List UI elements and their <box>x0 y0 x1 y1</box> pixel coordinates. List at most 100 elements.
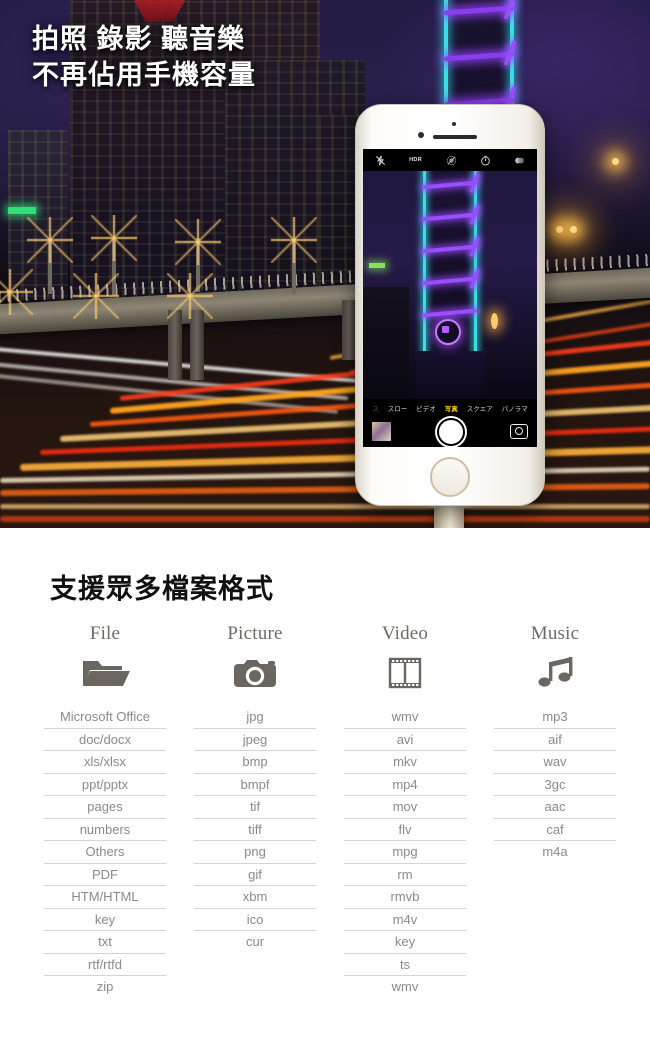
camera-bottom-toolbar <box>363 416 537 447</box>
live-photo-icon[interactable] <box>446 155 457 166</box>
camera-top-toolbar: HDR <box>363 149 537 171</box>
format-item: numbers <box>44 819 166 841</box>
timer-icon[interactable] <box>480 155 491 166</box>
format-item: rm <box>344 864 466 886</box>
format-item: m4v <box>344 909 466 931</box>
format-item: mkv <box>344 751 466 774</box>
format-item: HTM/HTML <box>44 886 166 909</box>
street-lamp-pole <box>48 238 52 294</box>
file-formats-section: 支援眾多檔案格式 File Microsoft Office doc/docx … <box>0 528 650 1040</box>
format-item: mp4 <box>344 774 466 796</box>
format-item: jpeg <box>194 729 316 751</box>
section-title: 支援眾多檔案格式 <box>50 574 274 604</box>
format-item: Others <box>44 841 166 864</box>
format-item: flv <box>344 819 466 841</box>
format-item: bmpf <box>194 774 316 796</box>
overpass-pillar <box>168 310 182 380</box>
format-columns: File Microsoft Office doc/docx xls/xlsx … <box>40 623 620 998</box>
format-list-music: mp3 aif wav 3gc aac caf m4a <box>494 706 616 863</box>
street-lamp-pole <box>196 238 200 292</box>
column-title-file: File <box>89 623 121 644</box>
overpass-pillar <box>190 310 204 380</box>
format-item: key <box>344 931 466 954</box>
format-item: wav <box>494 751 616 774</box>
distant-light <box>556 226 563 233</box>
column-title-music: Music <box>530 623 580 644</box>
format-column-picture: Picture jpg jpeg bmp bmpf tif tiff png g… <box>190 623 320 998</box>
photo-thumbnail[interactable] <box>372 422 391 441</box>
format-item: wmv <box>344 706 466 729</box>
format-item: mpg <box>344 841 466 864</box>
format-column-file: File Microsoft Office doc/docx xls/xlsx … <box>40 623 170 998</box>
format-item: txt <box>44 931 166 954</box>
format-item: doc/docx <box>44 729 166 751</box>
format-item: PDF <box>44 864 166 886</box>
camera-flip-icon[interactable] <box>510 424 528 439</box>
format-column-video: Video wmv avi mkv mp4 mov flv mpg rm rmv… <box>340 623 470 998</box>
format-item: zip <box>96 979 114 994</box>
folder-icon <box>77 652 133 692</box>
format-item: Microsoft Office <box>44 706 166 729</box>
front-camera-icon <box>418 132 424 138</box>
camera-mode-slow[interactable]: スロー <box>388 403 408 413</box>
proximity-sensor-icon <box>452 122 456 126</box>
format-item: caf <box>494 819 616 841</box>
format-item: pages <box>44 796 166 819</box>
format-item: 3gc <box>494 774 616 796</box>
format-item: tif <box>194 796 316 819</box>
camera-mode-video[interactable]: ビデオ <box>416 403 436 413</box>
shutter-button[interactable] <box>436 417 465 446</box>
format-item: cur <box>245 934 265 949</box>
hero-banner: 拍照 錄影 聽音樂 不再佔用手機容量 HDR ス スロー ビデオ 写真 スクエア… <box>0 0 650 528</box>
distant-light <box>570 226 577 233</box>
format-column-music: Music mp3 aif wav 3gc aac caf m4a <box>490 623 620 998</box>
format-item: ppt/pptx <box>44 774 166 796</box>
hero-headline: 拍照 錄影 聽音樂 不再佔用手機容量 <box>32 24 256 90</box>
camera-icon <box>227 652 283 692</box>
iphone-device: HDR ス スロー ビデオ 写真 スクエア パノラマ <box>355 104 545 506</box>
format-item: aac <box>494 796 616 819</box>
column-title-video: Video <box>381 623 429 644</box>
format-item: ts <box>344 954 466 976</box>
phone-top-bezel <box>356 105 544 149</box>
music-note-icon <box>527 652 583 692</box>
format-item: png <box>194 841 316 864</box>
format-item: rmvb <box>344 886 466 909</box>
format-item: gif <box>194 864 316 886</box>
flash-off-icon[interactable] <box>375 155 386 166</box>
format-item: xls/xlsx <box>44 751 166 774</box>
format-item: xbm <box>194 886 316 909</box>
camera-mode-photo[interactable]: 写真 <box>445 403 458 413</box>
format-item: mp3 <box>494 706 616 729</box>
green-neon-sign <box>8 207 36 214</box>
format-list-file: Microsoft Office doc/docx xls/xlsx ppt/p… <box>44 706 166 998</box>
hdr-label[interactable]: HDR <box>409 157 422 163</box>
home-button[interactable] <box>430 457 470 497</box>
format-item: jpg <box>194 706 316 729</box>
format-item: avi <box>344 729 466 751</box>
format-item: m4a <box>542 844 568 859</box>
filters-icon[interactable] <box>514 155 525 166</box>
format-item: key <box>44 909 166 931</box>
camera-mode-partial[interactable]: ス <box>372 403 379 413</box>
camera-mode-selector[interactable]: ス スロー ビデオ 写真 スクエア パノラマ <box>363 399 537 416</box>
format-item: mov <box>344 796 466 819</box>
camera-mode-pano[interactable]: パノラマ <box>502 403 528 413</box>
camera-viewfinder[interactable] <box>363 171 537 399</box>
format-list-video: wmv avi mkv mp4 mov flv mpg rm rmvb m4v … <box>344 706 466 998</box>
column-title-picture: Picture <box>227 623 283 644</box>
film-strip-icon <box>377 652 433 692</box>
format-list-picture: jpg jpeg bmp bmpf tif tiff png gif xbm i… <box>194 706 316 953</box>
format-item: ico <box>194 909 316 931</box>
distant-light <box>612 158 619 165</box>
format-item: tiff <box>194 819 316 841</box>
focus-indicator <box>435 319 461 345</box>
earpiece-speaker <box>433 135 477 139</box>
road-light-trails <box>0 300 650 528</box>
camera-mode-square[interactable]: スクエア <box>467 403 493 413</box>
format-item: rtf/rtfd <box>44 954 166 976</box>
format-item: wmv <box>391 979 419 994</box>
phone-screen: HDR ス スロー ビデオ 写真 スクエア パノラマ <box>363 149 537 447</box>
street-lamp-pole <box>292 238 296 294</box>
street-lamp-pole <box>112 238 116 296</box>
